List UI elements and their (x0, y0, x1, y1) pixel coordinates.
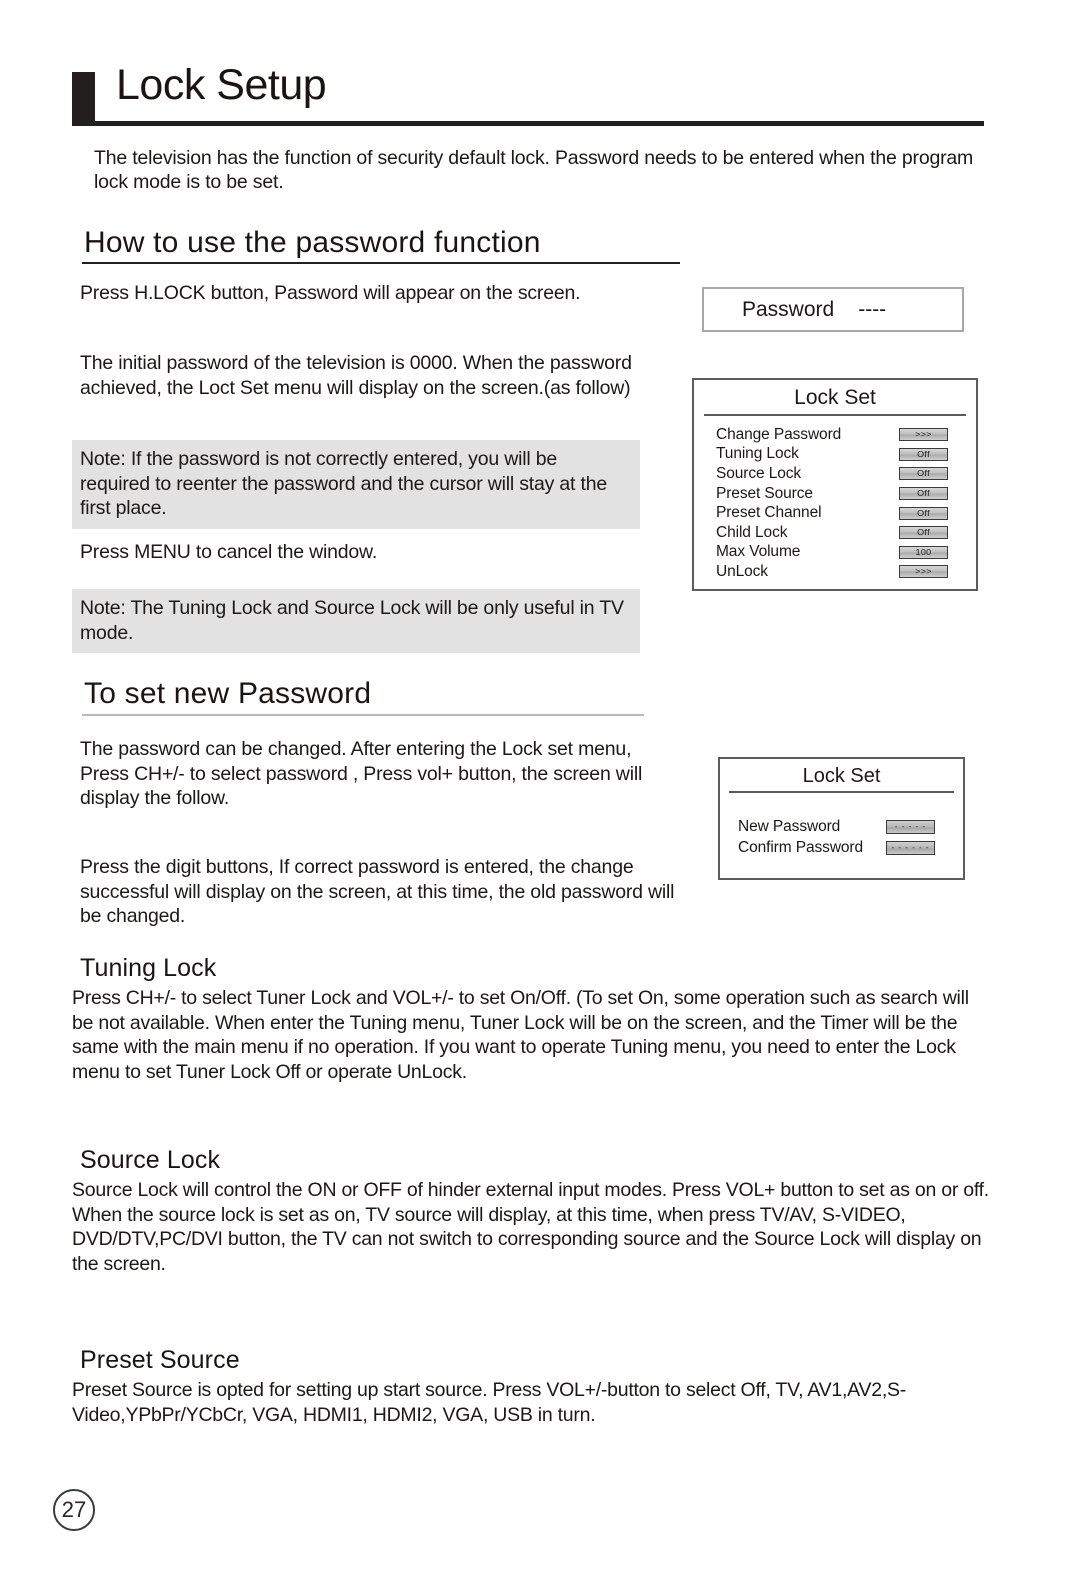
osd-lock-set-new-title: Lock Set (802, 765, 881, 787)
osd-chip-value: Off (917, 488, 930, 498)
osd-lock-set-rows: Change Password >>> Tuning Lock Off Sour… (694, 416, 976, 582)
osd-password-label: Password (742, 297, 835, 321)
osd-row-preset-source[interactable]: Preset Source Off (694, 484, 976, 504)
osd-row-label: Max Volume (716, 543, 801, 561)
osd-value-chip[interactable]: - - - - - - (886, 840, 935, 855)
osd-value-chip[interactable]: - - - - - (886, 819, 935, 834)
osd-chip-value: - - - - - (894, 821, 927, 831)
osd-row-label: UnLock (716, 562, 768, 580)
osd-row-label: Preset Source (716, 484, 813, 502)
osd-lock-set-title: Lock Set (794, 386, 876, 409)
osd-row-max-volume[interactable]: Max Volume 100 (694, 543, 976, 563)
paragraph-press-menu: Press MENU to cancel the window. (80, 541, 378, 563)
osd-row-label: Source Lock (716, 464, 802, 482)
subsection-heading-source-lock: Source Lock (80, 1146, 221, 1174)
osd-chip-value: >>> (915, 429, 932, 440)
osd-value-chip[interactable]: Off (899, 487, 948, 501)
title-rule (72, 121, 984, 126)
osd-row-unlock[interactable]: UnLock >>> (694, 562, 976, 582)
osd-password-value: ---- (858, 297, 887, 321)
osd-row-label: Child Lock (716, 523, 788, 541)
osd-row-label: Preset Channel (716, 504, 822, 522)
page-title-block: Lock Setup (72, 64, 984, 128)
osd-row-child-lock[interactable]: Child Lock Off (694, 523, 976, 543)
osd-row-source-lock[interactable]: Source Lock Off (694, 464, 976, 484)
note-box-tv-mode-only: Note: The Tuning Lock and Source Lock wi… (72, 589, 640, 653)
paragraph-press-digit-buttons: Press the digit buttons, If correct pass… (80, 856, 675, 927)
osd-row-label: Confirm Password (738, 838, 864, 856)
paragraph-initial-password: The initial password of the television i… (80, 352, 632, 399)
osd-row-new-password[interactable]: New Password - - - - - (720, 816, 963, 837)
osd-row-label: Tuning Lock (716, 445, 799, 463)
osd-password-prompt: Password ---- (702, 287, 964, 332)
page-title: Lock Setup (116, 61, 327, 109)
osd-chip-value: Off (917, 507, 930, 518)
osd-chip-value: Off (917, 449, 930, 459)
osd-row-tuning-lock[interactable]: Tuning Lock Off (694, 445, 976, 465)
osd-chip-value: >>> (915, 566, 932, 577)
osd-row-change-password[interactable]: Change Password >>> (694, 425, 976, 445)
note-box-wrong-password: Note: If the password is not correctly e… (72, 440, 640, 529)
paragraph-source-lock: Source Lock will control the ON or OFF o… (72, 1179, 989, 1275)
section-heading-how-to-use-password: How to use the password function (84, 226, 541, 259)
osd-value-chip[interactable]: >>> (899, 565, 948, 579)
osd-value-chip[interactable]: Off (899, 447, 948, 461)
page-number: 27 (53, 1489, 95, 1531)
osd-row-preset-channel[interactable]: Preset Channel Off (694, 503, 976, 523)
osd-value-chip[interactable]: Off (899, 526, 948, 540)
osd-lock-set-menu: Lock Set Change Password >>> Tuning Lock… (692, 378, 978, 591)
osd-value-chip[interactable]: Off (899, 467, 948, 481)
subsection-heading-tuning-lock: Tuning Lock (80, 954, 217, 982)
osd-chip-value: Off (917, 468, 930, 479)
section-heading-to-set-new-password: To set new Password (84, 677, 372, 710)
paragraph-press-hlock: Press H.LOCK button, Password will appea… (80, 282, 581, 304)
subsection-heading-preset-source: Preset Source (80, 1346, 240, 1374)
osd-chip-value: Off (917, 527, 930, 538)
osd-value-chip[interactable]: 100 (899, 545, 948, 559)
osd-chip-value: 100 (915, 547, 932, 557)
intro-paragraph: The television has the function of secur… (94, 147, 974, 193)
title-accent-mark (72, 72, 95, 126)
paragraph-preset-source: Preset Source is opted for setting up st… (72, 1379, 906, 1426)
osd-row-label: New Password (738, 817, 841, 835)
osd-chip-value: - - - - - - (891, 842, 930, 852)
osd-lock-set-new-rows: New Password - - - - - Confirm Password … (720, 793, 963, 858)
osd-row-label: Change Password (716, 425, 842, 443)
osd-lock-set-new-password-menu: Lock Set New Password - - - - - Confirm … (718, 757, 965, 880)
paragraph-tuning-lock: Press CH+/- to select Tuner Lock and VOL… (72, 987, 969, 1083)
osd-row-confirm-password[interactable]: Confirm Password - - - - - - (720, 837, 963, 858)
osd-value-chip[interactable]: Off (899, 506, 948, 520)
paragraph-password-can-be-changed: The password can be changed. After enter… (80, 738, 643, 809)
section-rule-to-set-new-password (82, 714, 644, 716)
section-rule-how-to-use-password (82, 262, 680, 264)
osd-value-chip[interactable]: >>> (899, 428, 948, 442)
